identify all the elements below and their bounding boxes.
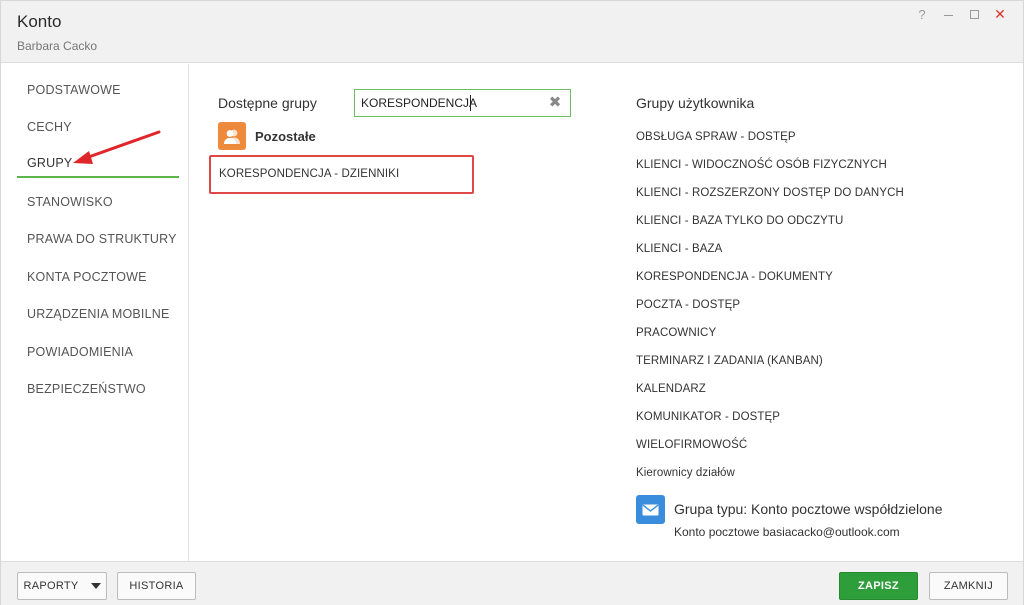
user-group-item[interactable]: KLIENCI - BAZA xyxy=(636,243,722,255)
user-group-item[interactable]: KORESPONDENCJA - DOKUMENTY xyxy=(636,271,833,283)
dialog-header: Konto Barbara Cacko ? ✕ xyxy=(1,1,1023,63)
reports-button-label: RAPORTY xyxy=(23,580,79,592)
clear-icon[interactable]: ✖ xyxy=(548,95,562,110)
window-controls: ? ✕ xyxy=(909,5,1013,23)
user-group-item[interactable]: POCZTA - DOSTĘP xyxy=(636,299,740,311)
sidebar-item-powiadomienia[interactable]: POWIADOMIENIA xyxy=(17,337,179,367)
available-group-item[interactable]: KORESPONDENCJA - DZIENNIKI xyxy=(209,155,474,194)
user-group-item[interactable]: PRACOWNICY xyxy=(636,327,716,339)
user-group-item[interactable]: KALENDARZ xyxy=(636,383,706,395)
user-group-item[interactable]: Kierownicy działów xyxy=(636,467,735,479)
group-search-input[interactable] xyxy=(361,94,541,112)
available-groups-label: Dostępne grupy xyxy=(218,95,317,111)
dialog-footer: RAPORTY HISTORIA ZAPISZ ZAMKNIJ xyxy=(1,561,1023,605)
available-group-item-label: KORESPONDENCJA - DZIENNIKI xyxy=(219,168,400,180)
group-category-title: Pozostałe xyxy=(255,128,316,144)
sidebar-item-konta-pocztowe[interactable]: KONTA POCZTOWE xyxy=(17,262,179,292)
sidebar-item-prawa-do-struktury[interactable]: PRAWA DO STRUKTURY xyxy=(17,224,179,254)
maximize-icon[interactable] xyxy=(961,5,987,23)
user-group-item[interactable]: KLIENCI - BAZA TYLKO DO ODCZYTU xyxy=(636,215,843,227)
minimize-icon[interactable] xyxy=(935,5,961,23)
reports-dropdown-button[interactable]: RAPORTY xyxy=(17,572,107,600)
user-group-item[interactable]: KOMUNIKATOR - DOSTĘP xyxy=(636,411,780,423)
user-group-item[interactable]: OBSŁUGA SPRAW - DOSTĘP xyxy=(636,131,796,143)
sidebar-item-urzadzenia-mobilne[interactable]: URZĄDZENIA MOBILNE xyxy=(17,299,179,329)
save-button[interactable]: ZAPISZ xyxy=(839,572,918,600)
sidebar-item-stanowisko[interactable]: STANOWISKO xyxy=(17,187,179,217)
user-group-item[interactable]: KLIENCI - WIDOCZNOŚĆ OSÓB FIZYCZNYCH xyxy=(636,159,887,171)
dialog-title: Konto xyxy=(17,12,62,31)
sidebar-item-podstawowe[interactable]: PODSTAWOWE xyxy=(17,75,179,105)
shared-mailbox-address: Konto pocztowe basiacacko@outlook.com xyxy=(674,525,900,539)
close-icon[interactable]: ✕ xyxy=(987,5,1013,23)
user-group-item[interactable]: KLIENCI - ROZSZERZONY DOSTĘP DO DANYCH xyxy=(636,187,904,199)
dialog-subtitle: Barbara Cacko xyxy=(17,39,98,53)
history-button[interactable]: HISTORIA xyxy=(117,572,196,600)
text-caret xyxy=(470,95,471,111)
users-icon xyxy=(218,122,246,150)
caret-down-icon xyxy=(90,583,101,589)
group-category-header: Pozostałe xyxy=(218,122,316,150)
user-groups-title: Grupy użytkownika xyxy=(636,95,755,111)
account-dialog: Konto Barbara Cacko ? ✕ PODSTAWOWE CECHY… xyxy=(0,0,1024,605)
annotation-arrow-icon xyxy=(73,130,161,164)
close-button[interactable]: ZAMKNIJ xyxy=(929,572,1008,600)
user-group-item[interactable]: WIELOFIRMOWOŚĆ xyxy=(636,439,747,451)
user-group-item[interactable]: TERMINARZ I ZADANIA (KANBAN) xyxy=(636,355,823,367)
sidebar-item-bezpieczenstwo[interactable]: BEZPIECZEŃSTWO xyxy=(17,374,179,404)
help-icon[interactable]: ? xyxy=(909,5,935,23)
shared-mailbox-title: Grupa typu: Konto pocztowe współdzielone xyxy=(674,501,943,517)
envelope-icon xyxy=(636,495,665,524)
group-search-field[interactable]: ✖ xyxy=(354,89,571,117)
